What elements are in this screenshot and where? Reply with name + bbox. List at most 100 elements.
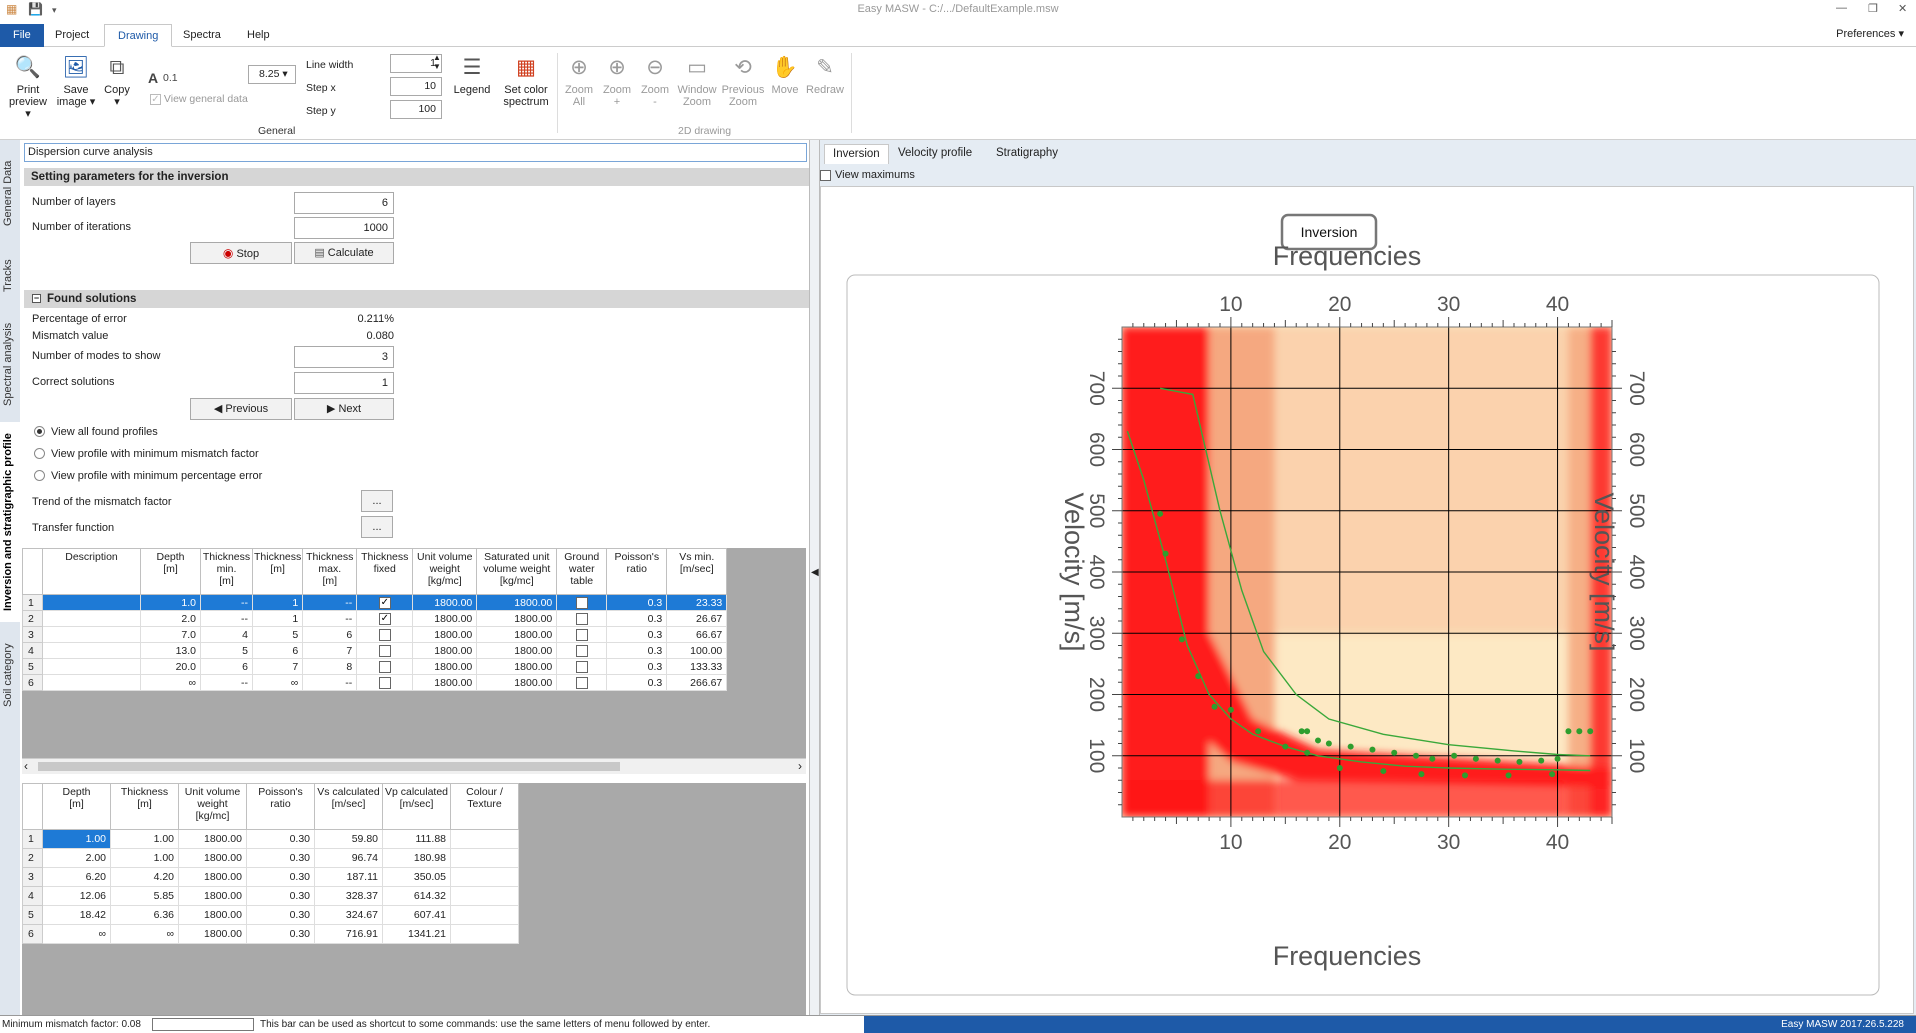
- calculated-cell[interactable]: 18.42: [42, 905, 111, 925]
- layers-col-header[interactable]: Description: [42, 548, 141, 595]
- save-image-button[interactable]: 🖼 Save image ▾: [56, 55, 96, 108]
- calculated-cell[interactable]: 0.30: [246, 905, 315, 925]
- checkbox[interactable]: [378, 628, 391, 641]
- inversion-chart[interactable]: Inversion 10 10 20 20 30 30 40 40 100 100 200 200 30…: [821, 187, 1915, 1015]
- calculated-table-row[interactable]: 1 1.00 1.00 1800.00 0.30 59.80 111.88: [22, 829, 519, 849]
- layers-table-row[interactable]: 1 1.0 -- 1 -- ✓ 1800.00 1800.00 0.3 23.33: [22, 594, 728, 611]
- calculated-cell[interactable]: 111.88: [382, 829, 451, 849]
- layers-cell[interactable]: 1800.00: [476, 626, 558, 643]
- calculated-cell[interactable]: 59.80: [314, 829, 383, 849]
- calculated-cell[interactable]: 1800.00: [178, 886, 247, 906]
- minimize-button[interactable]: —: [1836, 2, 1847, 14]
- checkbox[interactable]: [378, 644, 391, 657]
- calculated-cell[interactable]: 0.30: [246, 829, 315, 849]
- layers-cell[interactable]: 133.33: [666, 658, 728, 675]
- layers-cell[interactable]: 8: [302, 658, 358, 675]
- layers-col-header[interactable]: Thickness min. [m]: [200, 548, 253, 595]
- layers-cell[interactable]: 1800.00: [412, 594, 478, 611]
- calculated-col-header[interactable]: Vs calculated [m/sec]: [314, 783, 383, 830]
- layers-cell[interactable]: 1800.00: [476, 610, 558, 627]
- calculated-col-header[interactable]: Depth [m]: [42, 783, 111, 830]
- layers-cell[interactable]: [556, 626, 608, 643]
- layers-cell[interactable]: --: [302, 610, 358, 627]
- transfer-function-button[interactable]: ...: [361, 516, 393, 538]
- layers-cell[interactable]: [356, 674, 414, 691]
- calculated-cell[interactable]: 1800.00: [178, 905, 247, 925]
- step-y-input[interactable]: 100: [390, 100, 442, 119]
- calculated-table-row[interactable]: 5 18.42 6.36 1800.00 0.30 324.67 607.41: [22, 905, 519, 925]
- calculated-cell[interactable]: 1800.00: [178, 924, 247, 944]
- side-tab-tracks[interactable]: Tracks: [0, 246, 20, 306]
- calculated-cell[interactable]: 350.05: [382, 867, 451, 887]
- layers-cell[interactable]: 4: [200, 626, 253, 643]
- layers-cell[interactable]: 7.0: [140, 626, 201, 643]
- layers-cell[interactable]: [42, 674, 141, 691]
- layers-cell[interactable]: 1.0: [140, 594, 201, 611]
- restore-button[interactable]: ❐: [1868, 2, 1878, 15]
- calculated-cell[interactable]: 0.30: [246, 848, 315, 868]
- layers-cell[interactable]: 1800.00: [476, 674, 558, 691]
- layers-cell[interactable]: [356, 626, 414, 643]
- checked-checkbox[interactable]: ✓: [378, 596, 391, 609]
- calculated-cell[interactable]: 1.00: [42, 829, 111, 849]
- calculated-table-row[interactable]: 6 ∞ ∞ 1800.00 0.30 716.91 1341.21: [22, 924, 519, 944]
- calculated-cell[interactable]: 6.20: [42, 867, 111, 887]
- layers-cell[interactable]: ✓: [356, 594, 414, 611]
- window-zoom-button[interactable]: ▭ Window Zoom: [676, 55, 718, 108]
- layers-cell[interactable]: --: [302, 674, 358, 691]
- layers-table-row[interactable]: 4 13.0 5 6 7 1800.00 1800.00 0.3 100.00: [22, 642, 728, 659]
- layers-col-header[interactable]: Saturated unit volume weight [kg/mc]: [476, 548, 558, 595]
- scroll-right-icon[interactable]: ›: [798, 759, 802, 773]
- radio-min-pct-error[interactable]: View profile with minimum percentage err…: [34, 470, 262, 482]
- num-layers-input[interactable]: 6: [294, 192, 394, 214]
- layers-cell[interactable]: 6: [200, 658, 253, 675]
- checkbox[interactable]: [378, 676, 391, 689]
- layers-cell[interactable]: [556, 674, 608, 691]
- calculated-cell[interactable]: 1800.00: [178, 867, 247, 887]
- side-tab-spectral-analysis[interactable]: Spectral analysis: [0, 314, 20, 414]
- collapse-icon[interactable]: −: [32, 294, 41, 303]
- zoom-out-button[interactable]: ⊖ Zoom -: [638, 55, 672, 108]
- layers-cell[interactable]: 0.3: [606, 626, 668, 643]
- close-button[interactable]: ✕: [1898, 2, 1907, 15]
- calculated-cell[interactable]: 1.00: [110, 829, 179, 849]
- layers-cell[interactable]: 20.0: [140, 658, 201, 675]
- tab-spectra[interactable]: Spectra: [170, 24, 234, 47]
- legend-button[interactable]: ☰ Legend: [452, 55, 492, 96]
- calculated-col-header[interactable]: Poisson's ratio: [246, 783, 315, 830]
- scrollbar-thumb[interactable]: [38, 762, 620, 771]
- layers-table-row[interactable]: 6 ∞ -- ∞ -- 1800.00 1800.00 0.3 266.67: [22, 674, 728, 691]
- calculated-cell[interactable]: 607.41: [382, 905, 451, 925]
- layers-col-header[interactable]: Poisson's ratio: [606, 548, 668, 595]
- calculated-table-row[interactable]: 2 2.00 1.00 1800.00 0.30 96.74 180.98: [22, 848, 519, 868]
- layers-cell[interactable]: 0.3: [606, 610, 668, 627]
- layers-cell[interactable]: 1800.00: [412, 642, 478, 659]
- layers-cell[interactable]: --: [200, 674, 253, 691]
- next-button[interactable]: ▶ Next: [294, 398, 394, 420]
- calculated-cell[interactable]: 12.06: [42, 886, 111, 906]
- layers-cell[interactable]: ∞: [251, 674, 304, 691]
- calculated-cell[interactable]: 328.37: [314, 886, 383, 906]
- calculated-cell[interactable]: [450, 886, 519, 906]
- panel-splitter[interactable]: ◀: [809, 140, 820, 1015]
- side-tab-inversion[interactable]: Inversion and stratigraphic profile: [0, 422, 20, 622]
- calculated-cell[interactable]: [450, 829, 519, 849]
- layers-cell[interactable]: [42, 642, 141, 659]
- layers-cell[interactable]: [42, 626, 141, 643]
- radio-all-profiles[interactable]: View all found profiles: [34, 426, 158, 438]
- layers-cell[interactable]: 1: [251, 594, 304, 611]
- layers-cell[interactable]: 2.0: [140, 610, 201, 627]
- calculated-col-header[interactable]: Unit volume weight [kg/mc]: [178, 783, 247, 830]
- side-tab-soil-category[interactable]: Soil category: [0, 630, 20, 720]
- step-x-input[interactable]: 10: [390, 77, 442, 96]
- tab-velocity-profile[interactable]: Velocity profile: [890, 144, 980, 164]
- layers-cell[interactable]: 7: [302, 642, 358, 659]
- layers-cell[interactable]: 266.67: [666, 674, 728, 691]
- layers-cell[interactable]: 1800.00: [476, 642, 558, 659]
- layers-cell[interactable]: 0.3: [606, 642, 668, 659]
- layers-cell[interactable]: [42, 594, 141, 611]
- layers-cell[interactable]: 1800.00: [412, 626, 478, 643]
- zoom-all-button[interactable]: ⊕ Zoom All: [562, 55, 596, 108]
- font-size-select[interactable]: 8.25 ▾: [248, 65, 296, 84]
- layers-cell[interactable]: 1800.00: [476, 658, 558, 675]
